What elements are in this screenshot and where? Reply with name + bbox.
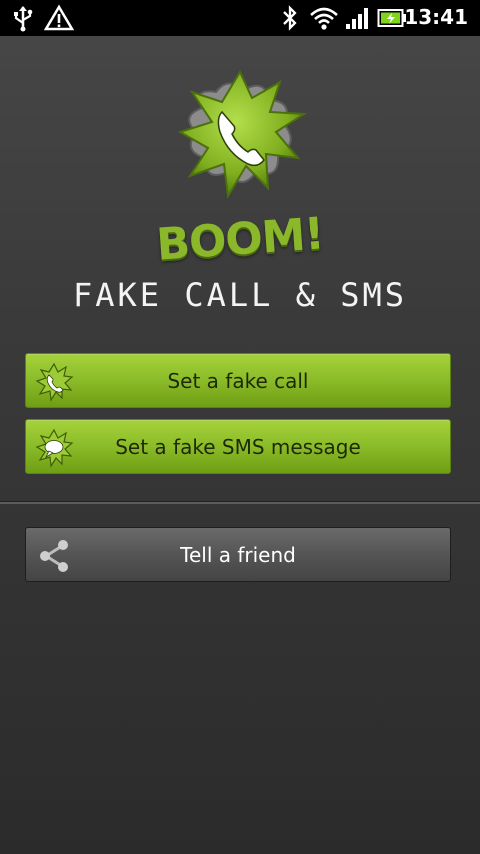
set-fake-sms-label: Set a fake SMS message bbox=[115, 434, 361, 459]
set-fake-call-button[interactable]: Set a fake call bbox=[25, 353, 451, 408]
signal-icon bbox=[346, 8, 368, 29]
main-content: BOOM! FAKE CALL & SMS Set a fake call Se… bbox=[0, 36, 480, 854]
tell-a-friend-button[interactable]: Tell a friend bbox=[25, 527, 451, 582]
battery-charging-icon bbox=[377, 9, 406, 27]
share-icon bbox=[40, 540, 68, 572]
wifi-icon bbox=[310, 7, 338, 30]
clock-time: 13:41 bbox=[404, 5, 468, 29]
status-bar: 13:41 bbox=[0, 0, 480, 36]
message-burst-icon bbox=[35, 428, 74, 468]
tell-a-friend-label: Tell a friend bbox=[180, 542, 296, 567]
bluetooth-icon bbox=[283, 5, 297, 31]
app-logo bbox=[172, 68, 308, 204]
set-fake-sms-button[interactable]: Set a fake SMS message bbox=[25, 419, 451, 474]
section-divider bbox=[0, 501, 480, 504]
logo-wordmark: BOOM! bbox=[154, 208, 326, 271]
app-subtitle: FAKE CALL & SMS bbox=[73, 276, 407, 314]
set-fake-call-label: Set a fake call bbox=[167, 368, 309, 393]
usb-icon bbox=[14, 6, 33, 32]
phone-burst-icon bbox=[177, 69, 308, 199]
phone-burst-small-icon bbox=[35, 362, 74, 402]
warning-icon bbox=[44, 4, 74, 31]
